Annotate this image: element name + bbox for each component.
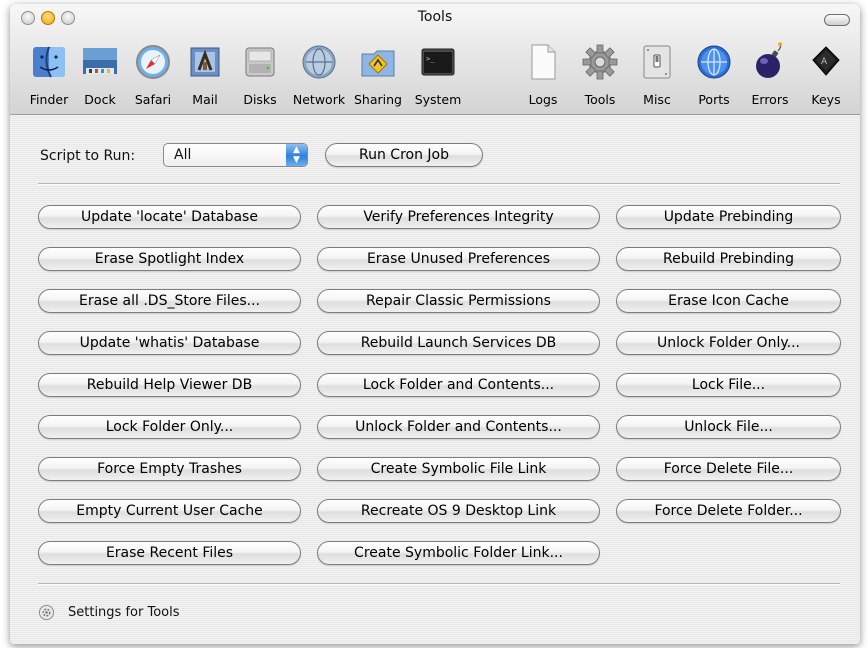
content-area: Script to Run: All ▲ ▼ Run Cron Job Updat… [10,115,860,644]
verify-preferences-integrity-button[interactable]: Verify Preferences Integrity [317,205,600,229]
rebuild-launch-services-db-button[interactable]: Rebuild Launch Services DB [317,331,600,355]
sharing-icon [358,42,398,82]
script-to-run-label: Script to Run: [40,148,136,164]
lock-folder-and-contents-button[interactable]: Lock Folder and Contents... [317,373,600,397]
toolbar-toggle-button[interactable] [824,14,850,26]
script-select[interactable]: All ▲ ▼ [163,143,308,167]
tools-window: Tools Finder Dock Safari Mail Disks Netw… [10,4,860,644]
recreate-os9-desktop-link-button[interactable]: Recreate OS 9 Desktop Link [317,499,600,523]
system-icon: >_ [418,42,458,82]
toolbar-label-system: System [414,92,462,107]
tools-icon [580,42,620,82]
svg-text:A: A [821,57,828,67]
window-title: Tools [417,9,453,25]
ports-icon [694,42,734,82]
force-empty-trashes-button[interactable]: Force Empty Trashes [38,457,301,481]
toolbar-item-sharing[interactable]: Sharing [348,42,408,107]
force-delete-folder-button[interactable]: Force Delete Folder... [616,499,841,523]
disks-icon [240,42,280,82]
update-locate-database-button[interactable]: Update 'locate' Database [38,205,301,229]
select-arrows-icon: ▲ ▼ [286,144,307,166]
settings-for-tools-label: Settings for Tools [68,605,180,620]
create-symbolic-file-link-button[interactable]: Create Symbolic File Link [317,457,600,481]
toolbar-item-tools[interactable]: Tools [570,42,630,107]
rebuild-prebinding-button[interactable]: Rebuild Prebinding [616,247,841,271]
lock-file-button[interactable]: Lock File... [616,373,841,397]
script-select-value: All [174,147,192,163]
toolbar-item-misc[interactable]: Misc [627,42,687,107]
erase-icon-cache-button[interactable]: Erase Icon Cache [616,289,841,313]
toolbar-item-mail[interactable]: Mail [175,42,235,107]
network-icon [299,42,339,82]
toolbar-label-keys: Keys [811,92,841,107]
toolbar-item-errors[interactable]: Errors [740,42,800,107]
divider-bottom [38,583,840,585]
toolbar-item-keys[interactable]: A Keys [796,42,856,107]
toolbar-item-dock[interactable]: Dock [70,42,130,107]
finder-icon [29,42,69,82]
run-cron-job-button[interactable]: Run Cron Job [325,143,483,167]
unlock-file-button[interactable]: Unlock File... [616,415,841,439]
toolbar-item-system[interactable]: >_ System [408,42,468,107]
mail-icon [185,42,225,82]
erase-unused-preferences-button[interactable]: Erase Unused Preferences [317,247,600,271]
lock-folder-only-button[interactable]: Lock Folder Only... [38,415,301,439]
title-bar: Tools Finder Dock Safari Mail Disks Netw… [10,4,860,115]
update-prebinding-button[interactable]: Update Prebinding [616,205,841,229]
erase-recent-files-button[interactable]: Erase Recent Files [38,541,301,565]
toolbar-item-network[interactable]: Network [289,42,349,107]
dock-icon [80,42,120,82]
toolbar-item-logs[interactable]: Logs [513,42,573,107]
safari-icon [133,42,173,82]
empty-current-user-cache-button[interactable]: Empty Current User Cache [38,499,301,523]
toolbar-item-safari[interactable]: Safari [123,42,183,107]
toolbar-item-ports[interactable]: Ports [684,42,744,107]
force-delete-file-button[interactable]: Force Delete File... [616,457,841,481]
keys-icon: A [806,42,846,82]
svg-text:>_: >_ [426,55,435,63]
rebuild-help-viewer-db-button[interactable]: Rebuild Help Viewer DB [38,373,301,397]
toolbar-item-disks[interactable]: Disks [230,42,290,107]
erase-spotlight-index-button[interactable]: Erase Spotlight Index [38,247,301,271]
unlock-folder-only-button[interactable]: Unlock Folder Only... [616,331,841,355]
errors-icon [750,42,790,82]
logs-icon [523,42,563,82]
unlock-folder-and-contents-button[interactable]: Unlock Folder and Contents... [317,415,600,439]
settings-gear-icon [38,604,55,621]
create-symbolic-folder-link-button[interactable]: Create Symbolic Folder Link... [317,541,600,565]
divider-top [38,183,840,185]
update-whatis-database-button[interactable]: Update 'whatis' Database [38,331,301,355]
repair-classic-permissions-button[interactable]: Repair Classic Permissions [317,289,600,313]
misc-icon [637,42,677,82]
erase-ds-store-files-button[interactable]: Erase all .DS_Store Files... [38,289,301,313]
